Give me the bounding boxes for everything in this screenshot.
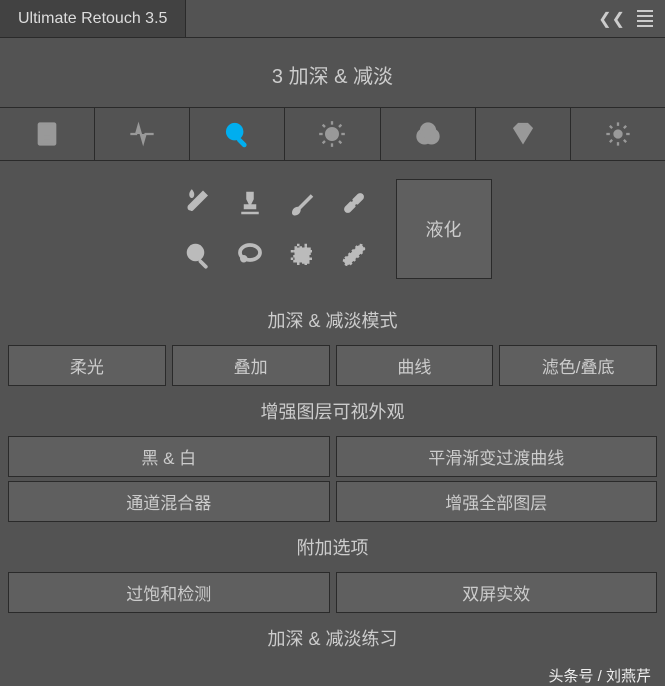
main-tabs: [0, 107, 665, 161]
tab-channels[interactable]: [381, 108, 476, 160]
gear-icon: [604, 120, 632, 148]
app-title: Ultimate Retouch 3.5: [18, 10, 167, 28]
menu-icon: [637, 10, 653, 27]
menu-button[interactable]: [637, 10, 653, 27]
brightness-icon: [318, 120, 346, 148]
titlebar: Ultimate Retouch 3.5 ❮❮: [0, 0, 665, 38]
extra-dual-screen[interactable]: 双屏实效: [336, 572, 658, 613]
diamond-icon: [509, 120, 537, 148]
tool-stamp[interactable]: [226, 179, 274, 227]
collapse-button[interactable]: ❮❮: [598, 9, 625, 29]
extra-label: 附加选项: [0, 524, 665, 570]
tab-diamond[interactable]: [476, 108, 571, 160]
mode-soft-light[interactable]: 柔光: [8, 345, 166, 386]
pulse-icon: [128, 120, 156, 148]
patch-icon: [339, 240, 369, 270]
stamp-icon: [235, 188, 265, 218]
tab-brightness[interactable]: [285, 108, 380, 160]
tool-chip[interactable]: [278, 231, 326, 279]
enhance-bw[interactable]: 黑 & 白: [8, 436, 330, 477]
chip-icon: [287, 240, 317, 270]
tab-search[interactable]: [190, 108, 285, 160]
tab-pulse[interactable]: [95, 108, 190, 160]
extra-oversaturation[interactable]: 过饱和检测: [8, 572, 330, 613]
brush-icon: [287, 188, 317, 218]
document-icon: [33, 120, 61, 148]
enhance-channel-mixer[interactable]: 通道混合器: [8, 481, 330, 522]
mode-label: 加深 & 减淡模式: [0, 297, 665, 343]
brush-drop-icon: [183, 188, 213, 218]
bandage-icon: [339, 188, 369, 218]
liquify-button[interactable]: 液化: [396, 179, 492, 279]
tab-settings[interactable]: [571, 108, 665, 160]
mode-screen-multiply[interactable]: 滤色/叠底: [499, 345, 657, 386]
tool-area: 液化: [0, 161, 665, 297]
tool-lasso[interactable]: [226, 231, 274, 279]
tool-bandage[interactable]: [330, 179, 378, 227]
mode-overlay[interactable]: 叠加: [172, 345, 330, 386]
enhance-label: 增强图层可视外观: [0, 388, 665, 434]
magnifier-icon: [223, 120, 251, 148]
tool-magnify[interactable]: [174, 231, 222, 279]
enhance-all-layers[interactable]: 增强全部图层: [336, 481, 658, 522]
footer-credit: 头条号 / 刘燕芹: [0, 661, 665, 686]
tool-brush-drop[interactable]: [174, 179, 222, 227]
tool-patch[interactable]: [330, 231, 378, 279]
section-title: 3 加深 & 减淡: [0, 38, 665, 107]
lasso-icon: [235, 240, 265, 270]
practice-label: 加深 & 减淡练习: [0, 615, 665, 661]
magnify-icon: [183, 240, 213, 270]
liquify-label: 液化: [426, 216, 462, 242]
app-title-tab[interactable]: Ultimate Retouch 3.5: [0, 0, 186, 37]
enhance-smooth-gradient[interactable]: 平滑渐变过渡曲线: [336, 436, 658, 477]
mode-curves[interactable]: 曲线: [336, 345, 494, 386]
tab-document[interactable]: [0, 108, 95, 160]
tool-brush[interactable]: [278, 179, 326, 227]
venn-icon: [414, 120, 442, 148]
